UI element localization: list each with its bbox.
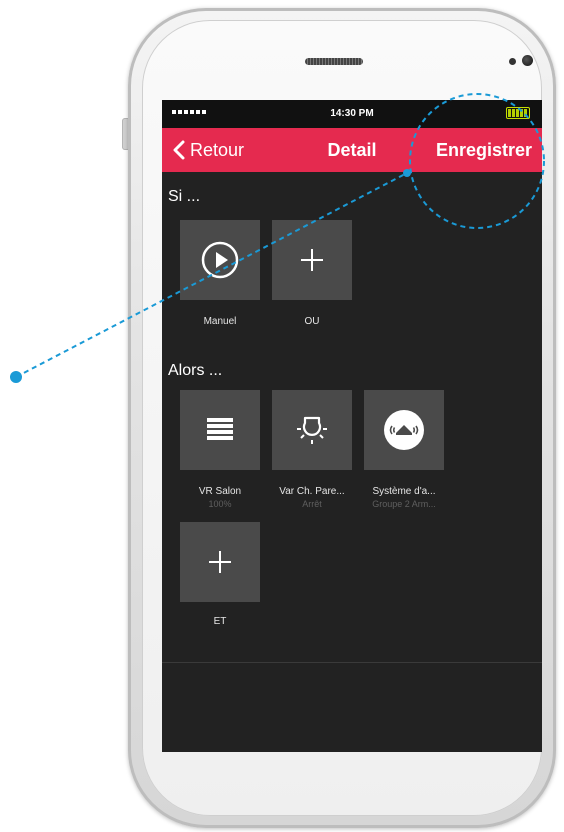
action-tile-label: VR Salon bbox=[198, 486, 242, 497]
if-section-title: Si ... bbox=[168, 188, 201, 205]
light-bulb-icon bbox=[297, 416, 327, 444]
and-tile-label: ET bbox=[213, 616, 227, 627]
status-time: 14:30 PM bbox=[330, 108, 374, 119]
action-tile-vr-salon[interactable] bbox=[180, 390, 260, 470]
action-tile-systeme[interactable] bbox=[364, 390, 444, 470]
action-tile-label: Var Ch. Pare... bbox=[279, 486, 345, 497]
action-tile-var-ch[interactable] bbox=[272, 390, 352, 470]
then-section-title: Alors ... bbox=[168, 362, 223, 379]
phone-sensor bbox=[509, 58, 516, 65]
stage: 14:30 PM Retour Detail Enregistrer Si ..… bbox=[0, 0, 564, 832]
action-tile-status: Groupe 2 Arm... bbox=[372, 499, 436, 509]
trigger-tile-label: Manuel bbox=[203, 316, 237, 327]
or-tile-label: OU bbox=[304, 316, 320, 327]
action-tile-status: 100% bbox=[208, 499, 232, 509]
add-or-trigger-tile[interactable] bbox=[272, 220, 352, 300]
phone-speaker bbox=[305, 58, 363, 65]
back-button[interactable]: Retour bbox=[172, 128, 244, 172]
action-tile-status: Arrêt bbox=[302, 499, 322, 509]
play-circle-icon bbox=[201, 241, 239, 279]
nav-bar: Retour Detail Enregistrer bbox=[162, 128, 542, 172]
status-bar: 14:30 PM bbox=[162, 100, 542, 128]
battery-icon bbox=[506, 107, 530, 119]
plus-icon bbox=[301, 249, 323, 271]
add-and-action-tile[interactable] bbox=[180, 522, 260, 602]
back-label: Retour bbox=[190, 139, 245, 160]
action-tile-label: Système d'a... bbox=[372, 486, 436, 497]
callout-dot bbox=[10, 371, 22, 383]
bottom-divider bbox=[162, 662, 542, 663]
alarm-system-icon bbox=[384, 410, 424, 450]
phone-camera bbox=[522, 55, 533, 66]
save-button[interactable]: Enregistrer bbox=[436, 128, 532, 172]
plus-icon bbox=[209, 551, 231, 573]
shutter-icon bbox=[207, 418, 233, 440]
app-screen: 14:30 PM Retour Detail Enregistrer Si ..… bbox=[162, 100, 542, 752]
chevron-left-icon bbox=[173, 140, 185, 160]
trigger-tile-manuel[interactable] bbox=[180, 220, 260, 300]
